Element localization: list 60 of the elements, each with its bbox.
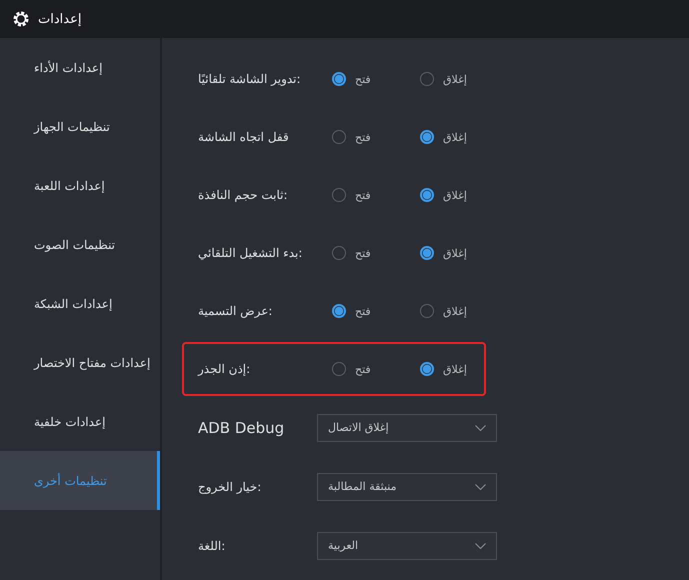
sidebar-item[interactable]: تنظيمات الصوت	[0, 215, 160, 274]
radio-option[interactable]: إغلاق	[420, 246, 508, 260]
radio-button[interactable]	[420, 304, 434, 318]
option-label: فتح	[355, 362, 371, 376]
sidebar-item[interactable]: تنظيمات الجهاز	[0, 97, 160, 156]
radio-option[interactable]: إغلاق	[420, 72, 508, 86]
chevron-down-icon	[475, 424, 486, 430]
setting-label: بدء التشغيل التلقائي:	[198, 246, 304, 260]
radio-option[interactable]: فتح	[332, 304, 420, 318]
radio-option[interactable]: فتح	[332, 246, 420, 260]
radio-button[interactable]	[332, 362, 346, 376]
option-label: إغلاق	[443, 362, 467, 376]
option-label: فتح	[355, 246, 371, 260]
dropdown[interactable]: العربية	[317, 532, 497, 560]
radio-button[interactable]	[332, 188, 346, 202]
dropdown[interactable]: إغلاق الاتصال	[317, 414, 497, 442]
setting-label: عرض التسمية:	[198, 304, 274, 318]
window-title: إعدادات	[38, 12, 82, 26]
radio-button[interactable]	[332, 72, 346, 86]
setting-label: اللغة:	[198, 538, 226, 552]
chevron-down-icon	[475, 542, 486, 548]
setting-label: ADB Debug	[198, 418, 286, 436]
sidebar-item[interactable]: إعدادات الشبكة	[0, 274, 160, 333]
sidebar-item[interactable]: إعدادات خلفية	[0, 392, 160, 451]
radio-option[interactable]: فتح	[332, 130, 420, 144]
radio-option[interactable]: فتح	[332, 72, 420, 86]
radio-option[interactable]: إغلاق	[420, 362, 508, 376]
setting-label: ثابت حجم النافذة:	[198, 188, 289, 202]
radio-button[interactable]	[420, 72, 434, 86]
settings-icon	[12, 10, 30, 28]
setting-label: خيار الخروج:	[198, 480, 262, 494]
option-label: فتح	[355, 304, 371, 318]
option-label: إغلاق	[443, 130, 467, 144]
radio-option[interactable]: فتح	[332, 188, 420, 202]
setting-label: إذن الجذر:	[198, 362, 252, 376]
radio-option[interactable]: فتح	[332, 362, 420, 376]
option-label: إغلاق	[443, 188, 467, 202]
sidebar-item[interactable]: إعدادات اللعبة	[0, 156, 160, 215]
radio-option[interactable]: إغلاق	[420, 304, 508, 318]
sidebar-item[interactable]: إعدادات الأداء	[0, 38, 160, 97]
setting-label: تدوير الشاشة تلقائيًا:	[198, 72, 302, 86]
dropdown[interactable]: منبثقة المطالبة	[317, 472, 497, 500]
radio-button[interactable]	[332, 246, 346, 260]
option-label: إغلاق	[443, 72, 467, 86]
radio-button[interactable]	[420, 130, 434, 144]
radio-button[interactable]	[420, 188, 434, 202]
sidebar-item[interactable]: إعدادات مفتاح الاختصار	[0, 333, 160, 392]
option-label: فتح	[355, 72, 371, 86]
option-label: إغلاق	[443, 304, 467, 318]
setting-label: قفل اتجاه الشاشة	[198, 130, 290, 144]
chevron-down-icon	[475, 484, 486, 490]
option-label: إغلاق	[443, 246, 467, 260]
radio-option[interactable]: إغلاق	[420, 130, 508, 144]
radio-option[interactable]: إغلاق	[420, 188, 508, 202]
radio-button[interactable]	[420, 362, 434, 376]
option-label: فتح	[355, 188, 371, 202]
radio-button[interactable]	[420, 246, 434, 260]
option-label: فتح	[355, 130, 371, 144]
radio-button[interactable]	[332, 304, 346, 318]
radio-button[interactable]	[332, 130, 346, 144]
